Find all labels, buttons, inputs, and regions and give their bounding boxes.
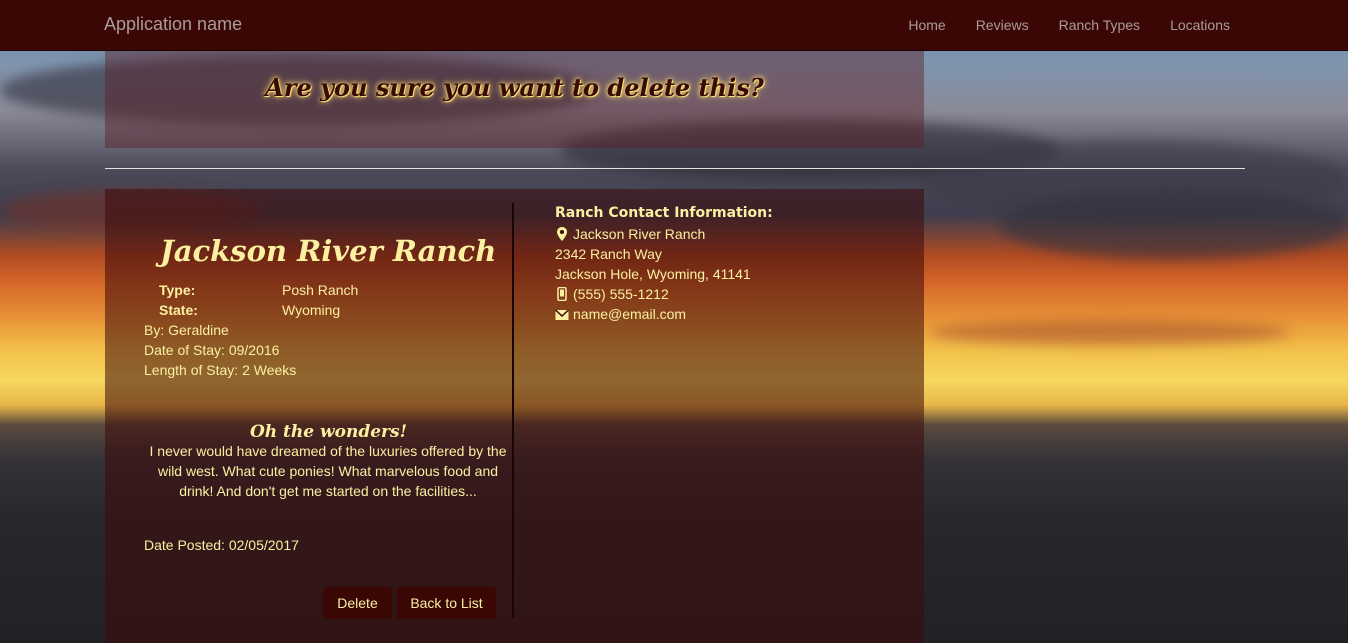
back-to-list-button[interactable]: Back to List [397, 587, 496, 619]
contact-email[interactable]: name@email.com [573, 306, 686, 322]
nav-locations[interactable]: Locations [1170, 17, 1230, 33]
length-of-stay: Length of Stay: 2 Weeks [144, 362, 297, 378]
contact-address1: 2342 Ranch Way [555, 246, 662, 262]
contact-phone-row: (555) 555-1212 [555, 286, 669, 302]
contact-name-row: Jackson River Ranch [555, 226, 705, 242]
envelope-icon [555, 309, 569, 320]
nav-reviews[interactable]: Reviews [976, 17, 1029, 33]
date-of-stay: Date of Stay: 09/2016 [144, 342, 280, 358]
nav-ranch-types[interactable]: Ranch Types [1059, 17, 1140, 33]
ranch-name: Jackson River Ranch [160, 234, 497, 268]
type-label: Type: [159, 282, 196, 298]
nav-home[interactable]: Home [908, 17, 945, 33]
app-brand[interactable]: Application name [104, 14, 242, 35]
contact-address2: Jackson Hole, Wyoming, 41141 [555, 266, 751, 282]
state-value: Wyoming [282, 302, 341, 318]
phone-icon [557, 287, 567, 301]
column-divider [512, 203, 514, 618]
nav-links: Home Reviews Ranch Types Locations [878, 17, 1230, 33]
contact-heading: Ranch Contact Information: [555, 205, 773, 221]
review-body: I never would have dreamed of the luxuri… [149, 443, 507, 499]
contact-email-row: name@email.com [555, 306, 686, 322]
delete-button[interactable]: Delete [323, 587, 392, 619]
date-posted: Date Posted: 02/05/2017 [144, 537, 299, 553]
heading-panel: Are you sure you want to delete this? [105, 51, 924, 148]
type-value: Posh Ranch [282, 282, 359, 298]
divider-line [105, 168, 1245, 169]
contact-phone: (555) 555-1212 [573, 286, 669, 302]
review-author: By: Geraldine [144, 322, 229, 338]
top-navbar: Application name Home Reviews Ranch Type… [0, 0, 1348, 51]
review-title: Oh the wonders! [249, 422, 408, 442]
contact-name: Jackson River Ranch [573, 226, 706, 242]
map-marker-icon [557, 227, 567, 241]
page-heading: Are you sure you want to delete this? [265, 73, 764, 102]
state-label: State: [159, 302, 198, 318]
